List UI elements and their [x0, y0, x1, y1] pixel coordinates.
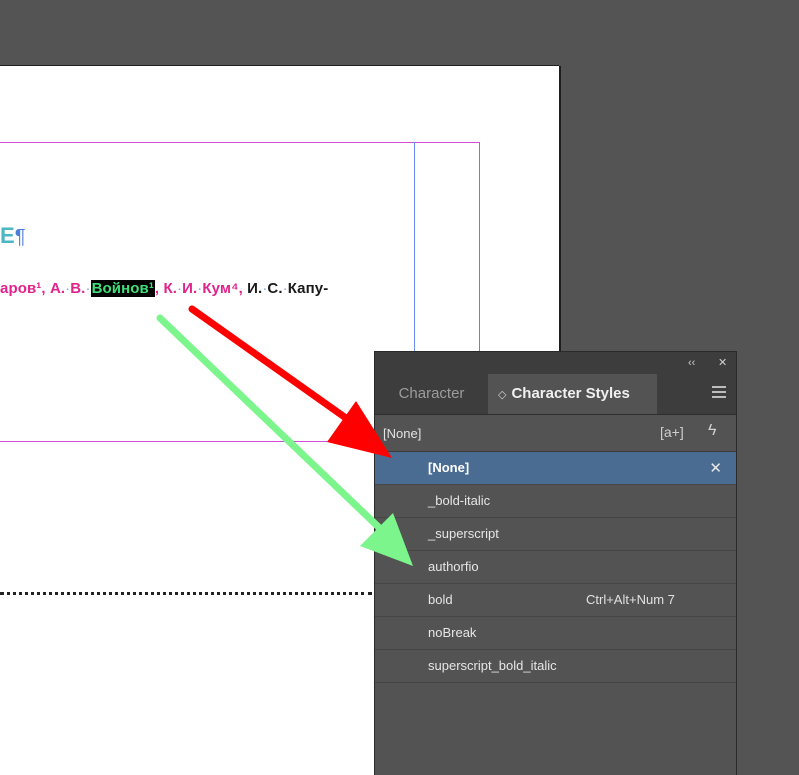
selected-author-name[interactable]: Войнов¹ — [90, 280, 155, 297]
current-style-row: [None] [a+] ϟ — [375, 415, 736, 452]
style-item-superscript[interactable]: _superscript — [375, 518, 736, 551]
style-item-superscript-bold-italic[interactable]: superscript_bold_italic — [375, 650, 736, 683]
style-name: superscript_bold_italic — [428, 658, 557, 673]
style-item-none[interactable]: [None] ✕ — [375, 452, 736, 485]
author-text-9: С. — [267, 280, 283, 297]
author-text-6: И. — [182, 280, 198, 297]
style-name: [None] — [428, 460, 470, 475]
heading-text: Е — [0, 223, 15, 248]
collapse-panel-icon[interactable]: ‹‹ — [688, 356, 695, 370]
style-name: authorfio — [428, 559, 479, 574]
tab-character-styles[interactable]: ◇ Character Styles — [488, 374, 657, 414]
dotted-tab-leader — [0, 592, 372, 595]
close-panel-icon[interactable]: ✕ — [718, 356, 727, 370]
author-text-2: А. — [49, 280, 66, 297]
author-text-8: И. — [247, 280, 263, 297]
author-text-10: Капу- — [287, 280, 329, 297]
author-text-5: К. — [163, 280, 178, 297]
author-text-1: аров¹, — [0, 280, 46, 297]
space-mark: · — [85, 280, 91, 297]
character-style-list: [None] ✕ _bold-italic _superscript autho… — [375, 452, 736, 683]
style-name: noBreak — [428, 625, 477, 640]
quick-apply-lightning-icon[interactable]: ϟ — [708, 422, 716, 440]
tab-character-styles-label: Character Styles — [511, 385, 630, 402]
style-name: bold — [428, 592, 453, 607]
style-item-bold[interactable]: bold Ctrl+Alt+Num 7 — [375, 584, 736, 617]
no-edit-pencil-icon: ✕ — [709, 460, 722, 477]
updown-arrows-icon: ◇ — [498, 389, 507, 401]
style-item-nobreak[interactable]: noBreak — [375, 617, 736, 650]
author-text-3: В. — [70, 280, 86, 297]
panel-menu-icon[interactable] — [712, 386, 726, 399]
character-styles-panel: ‹‹ ✕ Character ◇ Character Styles [None] … — [374, 351, 737, 775]
new-style-from-selection-icon[interactable]: [a+] — [659, 423, 685, 441]
pilcrow-mark: ¶ — [14, 226, 26, 248]
panel-title-bar: ‹‹ ✕ — [375, 352, 736, 374]
style-item-bold-italic[interactable]: _bold-italic — [375, 485, 736, 518]
panel-tabs: Character ◇ Character Styles — [375, 374, 736, 415]
author-line[interactable]: аров¹, А.·В.·Войнов¹, К.·И.·Кум⁴, И.·С.·… — [0, 280, 328, 297]
current-style-label: [None] — [383, 426, 422, 441]
heading-fragment[interactable]: Е¶ — [0, 223, 25, 249]
tab-character[interactable]: Character — [375, 374, 488, 414]
keyboard-shortcut: Ctrl+Alt+Num 7 — [586, 592, 675, 607]
style-name: _bold-italic — [428, 493, 491, 508]
style-item-authorfio[interactable]: authorfio — [375, 551, 736, 584]
style-name: _superscript — [428, 526, 499, 541]
author-text-7: Кум⁴, — [202, 280, 243, 297]
